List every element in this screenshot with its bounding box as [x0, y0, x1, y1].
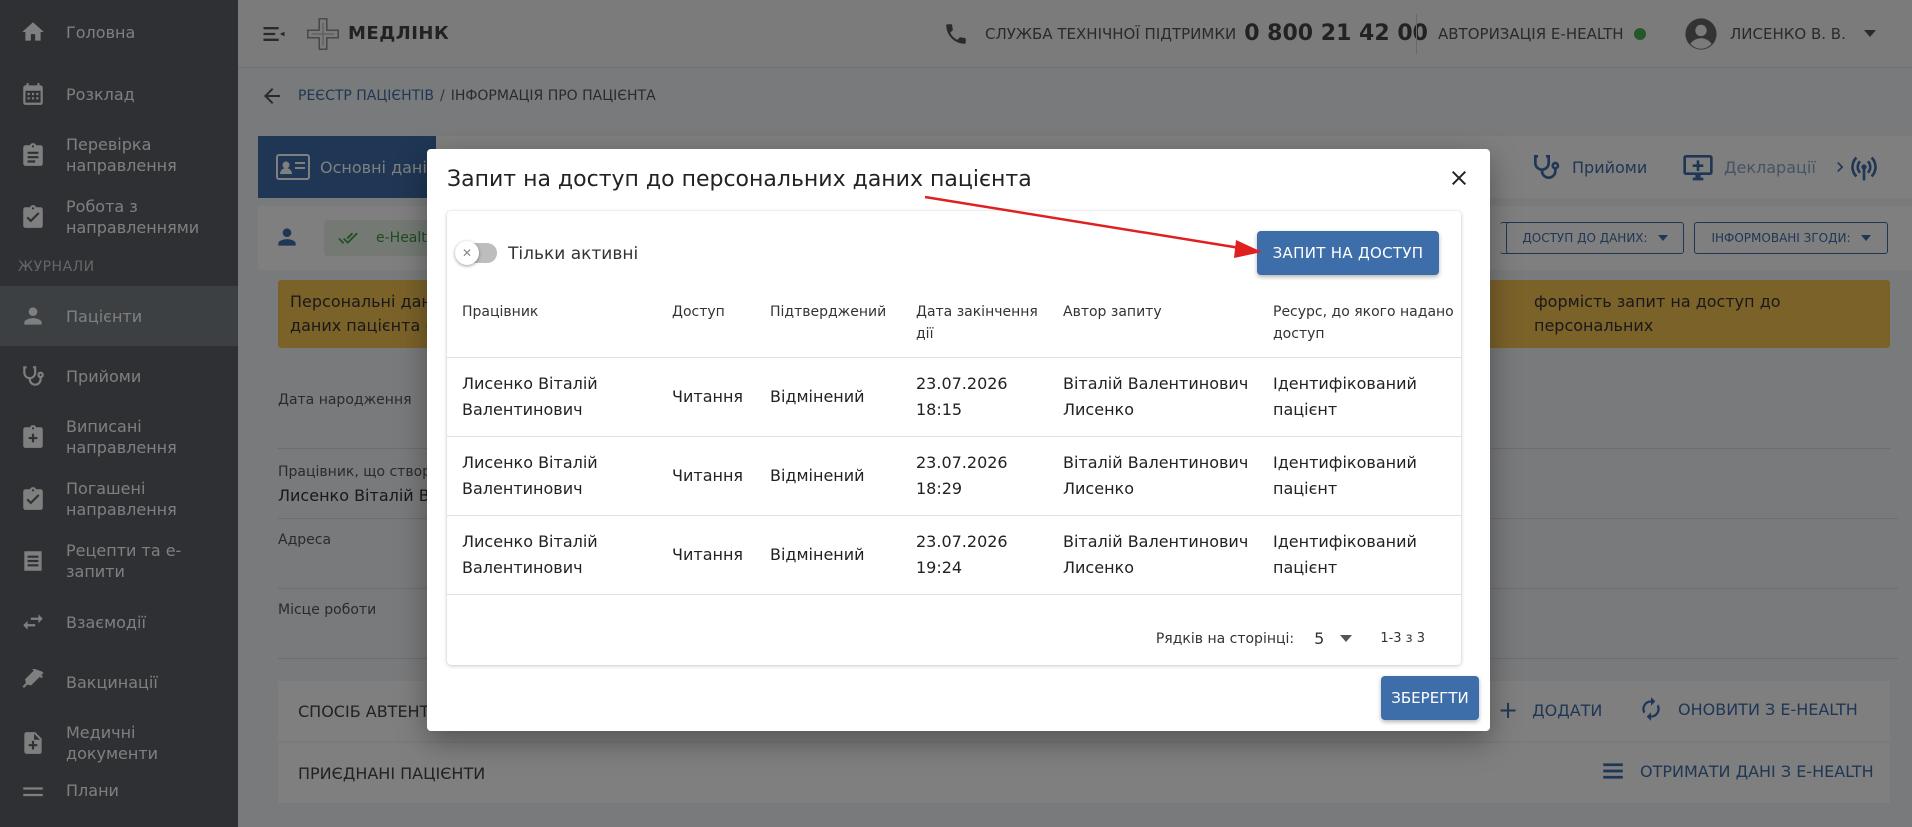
rows-per-page-label: Рядків на сторінці:	[1155, 630, 1295, 647]
end-time: 19:24	[916, 558, 963, 577]
cell-end-date: 23.07.2026 18:15	[901, 357, 1048, 437]
end-date: 23.07.2026	[916, 374, 1008, 393]
toggle-knob-x-icon: ✕	[455, 241, 479, 265]
end-date: 23.07.2026	[916, 453, 1008, 472]
column-header-author[interactable]: Автор запиту	[1048, 289, 1258, 358]
column-header-employee[interactable]: Працівник	[447, 289, 657, 358]
cell-resource: Ідентифікований пацієнт	[1258, 357, 1461, 437]
cell-end-date: 23.07.2026 18:29	[901, 436, 1048, 516]
table-row[interactable]: Лисенко Віталій Валентинович Читання Від…	[447, 357, 1461, 437]
table-row[interactable]: Лисенко Віталій Валентинович Читання Від…	[447, 436, 1461, 516]
access-table: Працівник Доступ Підтверджений Дата закі…	[447, 289, 1461, 595]
cell-employee: Лисенко Віталій Валентинович	[447, 357, 657, 437]
cell-employee: Лисенко Віталій Валентинович	[447, 436, 657, 516]
request-access-button[interactable]: ЗАПИТ НА ДОСТУП	[1257, 231, 1439, 275]
dialog-title: Запит на доступ до персональних даних па…	[447, 167, 1032, 192]
cell-confirmed: Відмінений	[755, 436, 901, 516]
column-header-resource[interactable]: Ресурс, до якого надано доступ	[1258, 289, 1461, 358]
close-button[interactable]	[1442, 161, 1476, 195]
column-header-confirmed[interactable]: Підтверджений	[755, 289, 901, 358]
column-header-access[interactable]: Доступ	[657, 289, 755, 358]
table-pagination: Рядків на сторінці: 5 1-3 з 3	[1156, 629, 1425, 648]
only-active-toggle[interactable]: ✕	[455, 241, 497, 265]
cell-employee: Лисенко Віталій Валентинович	[447, 515, 657, 595]
access-request-dialog: Запит на доступ до персональних даних па…	[427, 149, 1490, 731]
cell-confirmed: Відмінений	[755, 515, 901, 595]
cell-resource: Ідентифікований пацієнт	[1258, 436, 1461, 516]
only-active-label: Тільки активні	[508, 244, 639, 264]
cell-author: Віталій Валентинович Лисенко	[1048, 357, 1258, 437]
table-header-row: Працівник Доступ Підтверджений Дата закі…	[447, 289, 1461, 358]
column-header-end-date[interactable]: Дата закінчення дії	[901, 289, 1048, 358]
close-icon	[1452, 171, 1466, 185]
table-row[interactable]: Лисенко Віталій Валентинович Читання Від…	[447, 515, 1461, 595]
rows-per-page-value: 5	[1314, 629, 1325, 648]
cell-confirmed: Відмінений	[755, 357, 901, 437]
cell-author: Віталій Валентинович Лисенко	[1048, 515, 1258, 595]
cell-access: Читання	[657, 436, 755, 516]
save-button[interactable]: ЗБЕРЕГТИ	[1381, 676, 1479, 720]
end-time: 18:29	[916, 479, 963, 498]
cell-access: Читання	[657, 357, 755, 437]
rows-per-page-select[interactable]: 5	[1314, 629, 1353, 648]
cell-end-date: 23.07.2026 19:24	[901, 515, 1048, 595]
cell-author: Віталій Валентинович Лисенко	[1048, 436, 1258, 516]
caret-down-icon	[1340, 635, 1353, 642]
cell-resource: Ідентифікований пацієнт	[1258, 515, 1461, 595]
end-time: 18:15	[916, 400, 963, 419]
access-list-card: ✕ Тільки активні ЗАПИТ НА ДОСТУП Працівн…	[447, 211, 1461, 665]
cell-access: Читання	[657, 515, 755, 595]
end-date: 23.07.2026	[916, 532, 1008, 551]
pagination-range: 1-3 з 3	[1380, 631, 1425, 646]
